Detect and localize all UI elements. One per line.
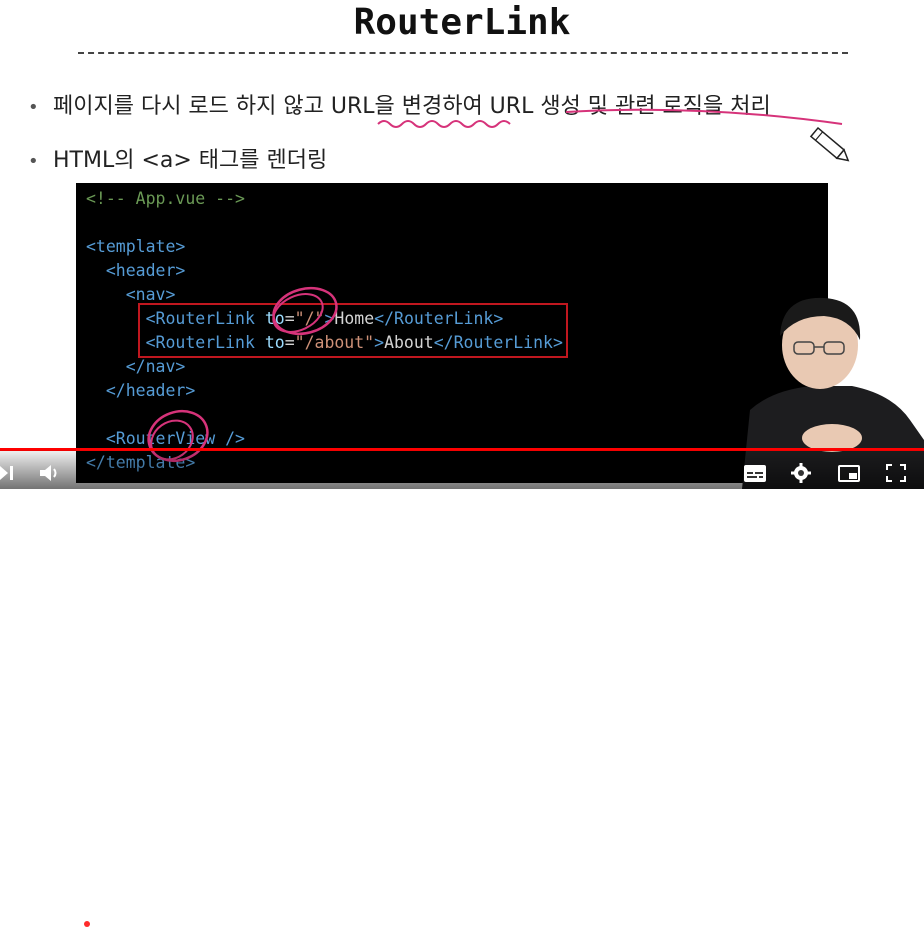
subtitles-icon[interactable]	[744, 465, 766, 482]
bullet-dot-icon: •	[28, 151, 39, 172]
code-token: </header>	[105, 381, 196, 400]
volume-icon[interactable]	[40, 464, 62, 482]
live-label: 라이브	[94, 916, 128, 930]
code-line: <RouterView />	[86, 429, 245, 448]
code-token: <template>	[86, 237, 186, 256]
code-line: <!-- App.vue -->	[86, 189, 245, 208]
fullscreen-icon[interactable]	[886, 464, 906, 482]
highlight-box	[138, 303, 568, 358]
code-line: <nav>	[86, 285, 176, 304]
bullet-dot-icon: •	[28, 97, 39, 118]
bullet-item: • HTML의 <a> 태그를 렌더링	[28, 142, 327, 174]
code-token: <nav>	[125, 285, 176, 304]
settings-icon[interactable]	[791, 463, 811, 483]
miniplayer-icon[interactable]	[838, 465, 860, 482]
code-line: </nav>	[86, 357, 186, 376]
code-line: <header>	[86, 261, 185, 280]
bullet-text: HTML의 <a> 태그를 렌더링	[53, 148, 328, 173]
title-divider	[78, 52, 848, 54]
code-token: <header>	[105, 261, 186, 280]
slide-title: RouterLink	[353, 2, 571, 43]
code-token: <!-- App.vue -->	[86, 189, 245, 208]
code-line: <template>	[86, 237, 185, 256]
slide: RouterLink • 페이지를 다시 로드 하지 않고 URL을 변경하여 …	[0, 0, 924, 489]
squiggle-underline	[377, 120, 511, 128]
code-line: </header>	[86, 381, 195, 400]
pencil-icon	[809, 126, 850, 162]
next-icon[interactable]	[0, 464, 14, 482]
bullet-item: • 페이지를 다시 로드 하지 않고 URL을 변경하여 URL 생성 및 관련…	[28, 88, 771, 120]
bullet-text: 페이지를 다시 로드 하지 않고 URL을 변경하여 URL 생성 및 관련 로…	[53, 94, 771, 119]
live-dot-icon	[84, 920, 90, 927]
live-indicator: 라이브	[84, 914, 127, 931]
code-token: </nav>	[125, 357, 186, 376]
player-controls: 라이브	[0, 450, 924, 930]
code-token: <RouterView />	[105, 429, 245, 448]
